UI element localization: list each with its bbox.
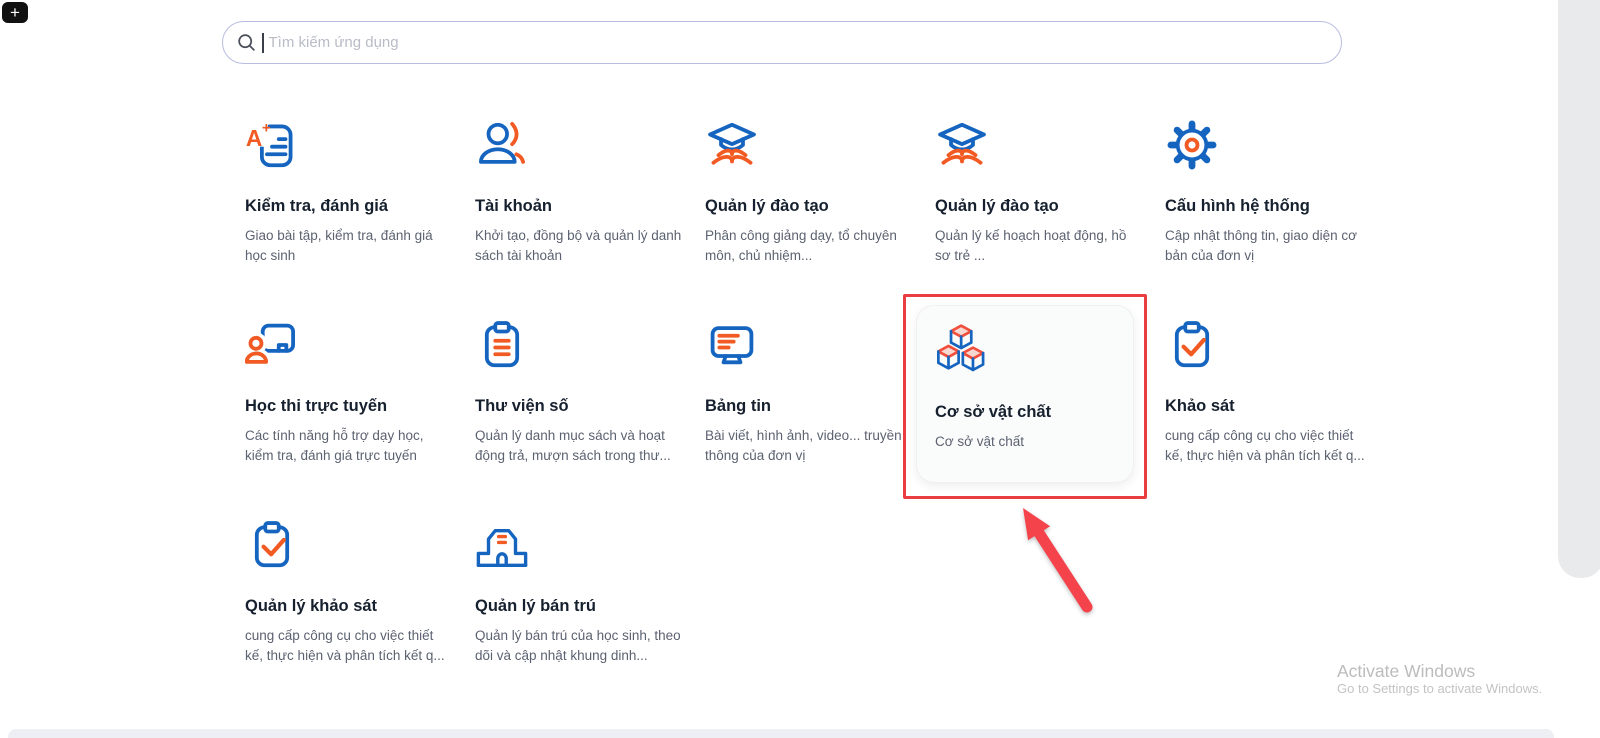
app-tile-khao-sat[interactable]: Khảo sát cung cấp công cụ cho việc thiết… [1165,318,1377,466]
search-bar[interactable] [222,21,1342,64]
gear-icon [1165,118,1219,172]
app-desc: Quản lý danh mục sách và hoạt động trả, … [475,426,683,466]
graduation-icon [705,118,759,172]
app-tile-quan-ly-khao-sat[interactable]: Quản lý khảo sát cung cấp công cụ cho vi… [245,518,457,666]
clipboard-check-icon [245,518,299,572]
app-tile-cau-hinh-he-thong[interactable]: Cấu hình hệ thống Cập nhật thông tin, gi… [1165,118,1377,266]
app-desc: cung cấp công cụ cho việc thiết kế, thực… [245,626,453,666]
app-tile-hoc-thi-truc-tuyen[interactable]: Học thi trực tuyến Các tính năng hỗ trợ … [245,318,457,466]
building-icon [475,518,529,572]
app-title: Tài khoản [475,197,687,216]
text-caret [262,33,264,53]
app-desc: Quản lý kế hoạch hoạt động, hồ sơ trẻ ..… [935,226,1143,266]
app-tile-co-so-vat-chat[interactable]: Cơ sở vật chất Cơ sở vật chất [935,324,1147,452]
clipboard-check-icon [1165,318,1219,372]
app-tile-thu-vien-so[interactable]: Thư viện số Quản lý danh mục sách và hoạ… [475,318,687,466]
svg-text:A: A [246,125,262,151]
exam-icon: A + [245,118,299,172]
app-title: Quản lý đào tạo [705,197,917,216]
online-learning-icon [245,318,299,372]
app-desc: Bài viết, hình ảnh, video... truyền thôn… [705,426,913,466]
annotation-arrow [1000,495,1110,625]
app-desc: Các tính năng hỗ trợ dạy học, kiểm tra, … [245,426,453,466]
app-title: Thư viện số [475,397,687,416]
app-title: Quản lý bán trú [475,597,687,616]
clipboard-lines-icon [475,318,529,372]
search-icon [237,33,256,52]
app-title: Cơ sở vật chất [935,403,1147,422]
app-tile-quan-ly-dao-tao-1[interactable]: Quản lý đào tạo Phân công giảng dạy, tổ … [705,118,917,266]
app-desc: Cơ sở vật chất [935,432,1143,452]
svg-text:+: + [262,119,271,136]
search-input[interactable] [267,33,1328,52]
app-desc: cung cấp công cụ cho việc thiết kế, thực… [1165,426,1373,466]
app-title: Kiểm tra, đánh giá [245,197,457,216]
app-desc: Giao bài tập, kiểm tra, đánh giá học sin… [245,226,453,266]
plus-icon: + [10,4,20,21]
graduation-icon [935,118,989,172]
app-desc: Khởi tạo, đồng bộ và quản lý danh sách t… [475,226,683,266]
app-tile-quan-ly-ban-tru[interactable]: Quản lý bán trú Quản lý bán trú của học … [475,518,687,666]
account-icon [475,118,529,172]
app-tile-tai-khoan[interactable]: Tài khoản Khởi tạo, đồng bộ và quản lý d… [475,118,687,266]
newsboard-icon [705,318,759,372]
plus-button[interactable]: + [2,2,28,23]
app-title: Cấu hình hệ thống [1165,197,1377,216]
app-title: Bảng tin [705,397,917,416]
app-title: Quản lý khảo sát [245,597,457,616]
app-tile-bang-tin[interactable]: Bảng tin Bài viết, hình ảnh, video... tr… [705,318,917,466]
activate-windows-text: Activate Windows [1337,661,1475,682]
app-desc: Quản lý bán trú của học sinh, theo dõi v… [475,626,683,666]
window-bottom-edge [8,729,1554,738]
activate-windows-subtext: Go to Settings to activate Windows. [1337,681,1542,696]
app-desc: Phân công giảng dạy, tổ chuyên môn, chủ … [705,226,913,266]
app-title: Khảo sát [1165,397,1377,416]
app-title: Quản lý đào tạo [935,197,1147,216]
app-tile-kiem-tra-danh-gia[interactable]: A + Kiểm tra, đánh giá Giao bài tập, kiể… [245,118,457,266]
app-title: Học thi trực tuyến [245,397,457,416]
cubes-icon [935,324,989,378]
app-tile-quan-ly-dao-tao-2[interactable]: Quản lý đào tạo Quản lý kế hoạch hoạt độ… [935,118,1147,266]
vertical-scrollbar[interactable] [1558,0,1600,578]
app-desc: Cập nhật thông tin, giao diện cơ bản của… [1165,226,1373,266]
